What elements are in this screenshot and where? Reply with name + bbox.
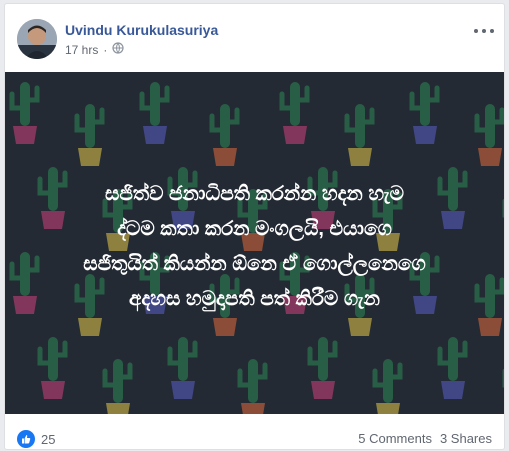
post-card: Uvindu Kurukulasuriya 17 hrs · සජිත්ව ජන… bbox=[4, 3, 505, 450]
globe-icon bbox=[112, 42, 124, 57]
timestamp[interactable]: 17 hrs bbox=[65, 43, 98, 57]
reactions-summary[interactable]: 25 bbox=[17, 430, 55, 448]
reaction-count: 25 bbox=[41, 431, 56, 447]
comments-count[interactable]: 5 Comments bbox=[358, 431, 432, 446]
cactus-decoration bbox=[307, 337, 338, 399]
cactus-decoration bbox=[37, 337, 68, 399]
avatar[interactable] bbox=[17, 19, 57, 59]
cactus-decoration bbox=[437, 337, 468, 399]
caption-line: සජිතුයිත් කියන්න ඕනෙ ඒ ගොල්ලනෙගෙ bbox=[83, 253, 426, 275]
cactus-decoration bbox=[167, 337, 198, 399]
post-meta: 17 hrs · bbox=[65, 42, 124, 57]
cactus-decoration bbox=[102, 359, 133, 414]
post-footer: 25 5 Comments 3 Shares bbox=[5, 419, 504, 451]
cactus-decoration bbox=[409, 82, 440, 144]
cactus-decoration bbox=[237, 359, 268, 414]
post-header: Uvindu Kurukulasuriya 17 hrs · bbox=[5, 4, 504, 72]
shares-count[interactable]: 3 Shares bbox=[440, 431, 492, 446]
caption-line: ද්ටම කතා කරන මංගලයි, එයාගෙ bbox=[117, 218, 392, 240]
caption-line: සජිත්ව ජනාධිපති කරන්න හදන හැම bbox=[104, 183, 405, 205]
cactus-decoration bbox=[139, 82, 170, 144]
like-icon bbox=[17, 430, 35, 448]
post-image[interactable]: සජිත්ව ජනාධිපති කරන්න හදන හැම ද්ටම කතා ක… bbox=[5, 72, 504, 414]
cactus-decoration bbox=[74, 104, 105, 166]
cactus-decoration bbox=[474, 104, 504, 166]
cactus-decoration bbox=[9, 82, 40, 144]
cactus-decoration bbox=[344, 104, 375, 166]
more-options-icon[interactable] bbox=[474, 24, 494, 38]
cactus-decoration bbox=[372, 359, 403, 414]
image-caption: සජිත්ව ජනාධිපති කරන්න හදන හැම ද්ටම කතා ක… bbox=[5, 177, 504, 317]
cactus-decoration bbox=[279, 82, 310, 144]
caption-line: අදහස හමුදාපති පත් කිරීම ගැන bbox=[129, 288, 380, 310]
engagement-counts: 5 Comments 3 Shares bbox=[358, 431, 492, 446]
cactus-decoration bbox=[209, 104, 240, 166]
author-name[interactable]: Uvindu Kurukulasuriya bbox=[65, 22, 218, 38]
separator-dot: · bbox=[103, 42, 108, 57]
